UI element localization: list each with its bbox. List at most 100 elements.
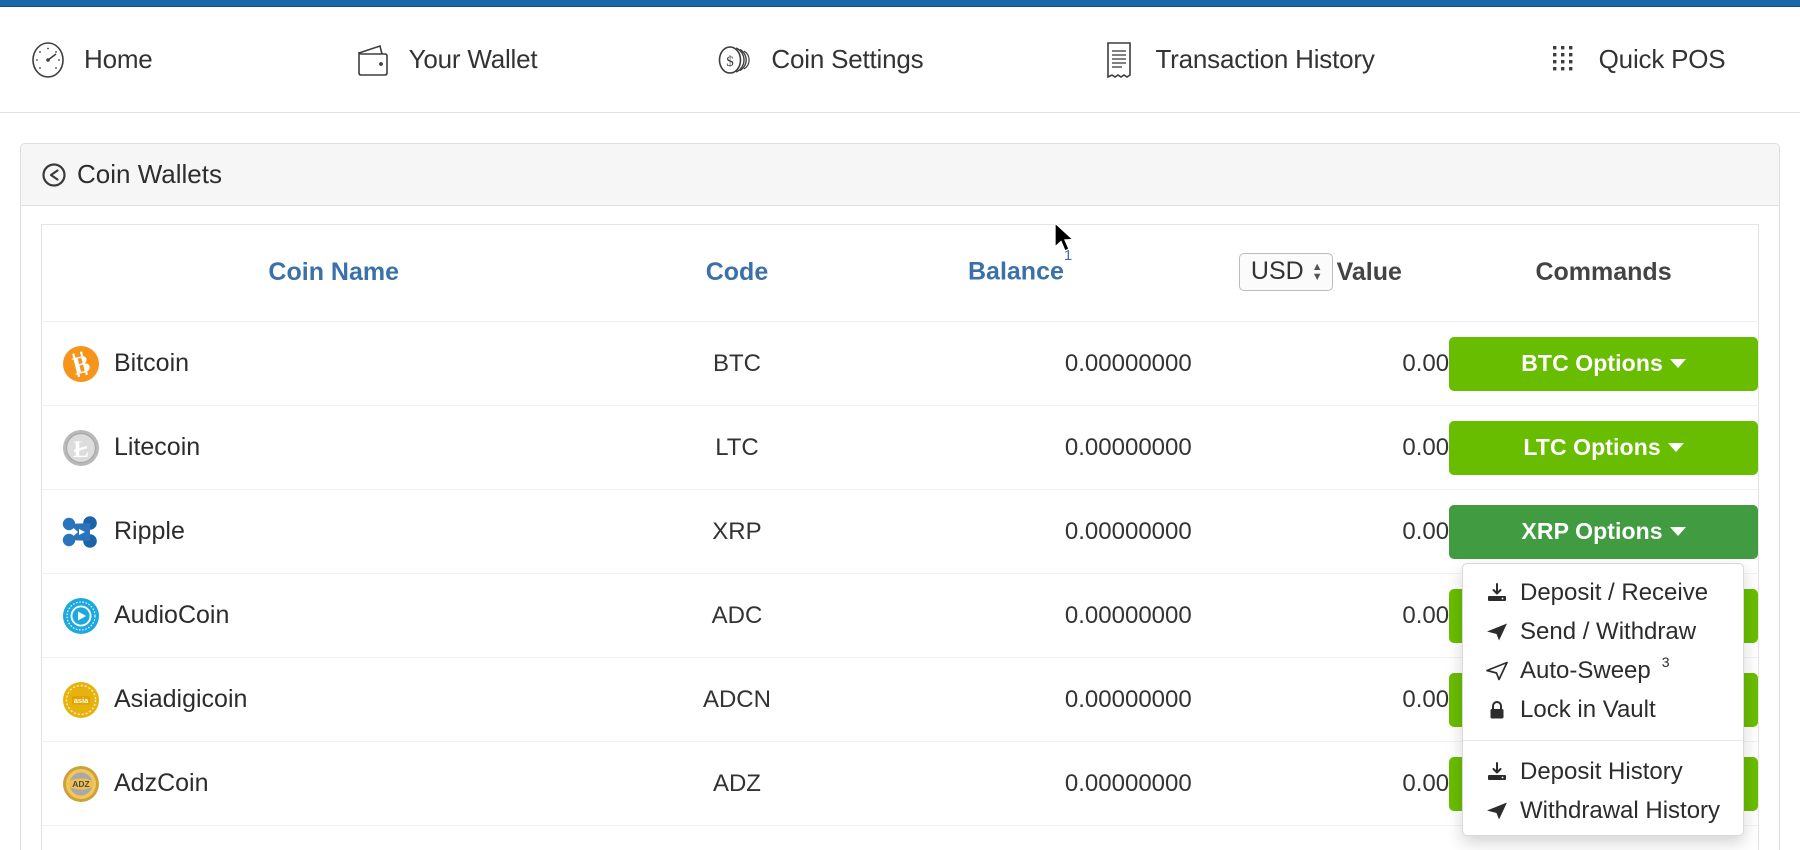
cell-value: 0.00 <box>1191 405 1450 490</box>
adzcoin-coin-icon: ADZ <box>60 763 102 805</box>
cell-balance: 0.00000000 <box>848 741 1192 826</box>
cell-coin-name: B Bitcoin <box>42 321 626 406</box>
svg-text:$: $ <box>727 54 735 70</box>
grid-dots-icon <box>1543 40 1583 80</box>
cell-code: LTC <box>625 405 849 490</box>
deposit-icon <box>1485 762 1509 782</box>
nav-label: Quick POS <box>1598 44 1726 74</box>
cell-coin-name: asia Asiadigicoin <box>42 657 626 742</box>
nav-item-coin-settings[interactable]: $ Coin Settings <box>701 7 937 112</box>
cell-value: 0.00 <box>1191 321 1450 406</box>
xrp-options-dropdown-menu: Deposit / Receive Send / Withdraw Auto-S… <box>1462 563 1744 836</box>
cell-commands: BTC Options <box>1449 321 1758 406</box>
menu-item-send-withdraw[interactable]: Send / Withdraw <box>1463 613 1743 652</box>
menu-item-lock-in-vault[interactable]: Lock in Vault <box>1463 691 1743 730</box>
cell-value: 0.00 <box>1191 657 1450 742</box>
audiocoin-coin-icon <box>60 595 102 637</box>
nav-item-transaction-history[interactable]: Transaction History <box>1085 7 1388 112</box>
coin-name-label: AudioCoin <box>114 601 230 629</box>
top-accent-bar <box>0 0 1800 7</box>
column-header-value: USD ▲ ▼ Value <box>1191 225 1450 322</box>
chevron-updown-icon: ▲ ▼ <box>1311 260 1323 283</box>
cell-code: BTC <box>625 321 849 406</box>
asiadigicoin-coin-icon: asia <box>60 679 102 721</box>
cell-code: ADCN <box>625 657 849 742</box>
page-title: Coin Wallets <box>77 159 222 189</box>
cell-code: ADZ <box>625 741 849 826</box>
panel-header: Coin Wallets <box>21 144 1779 206</box>
deposit-icon <box>1485 583 1509 603</box>
coins-icon: $ <box>715 40 755 80</box>
caret-down-icon <box>1669 358 1686 368</box>
cell-balance: 0.00000000 <box>848 657 1192 742</box>
column-header-commands: Commands <box>1449 225 1758 322</box>
main-navigation: Home Your Wallet $ Coin Settings Transac… <box>0 7 1800 113</box>
ripple-coin-icon <box>60 511 102 553</box>
ltc-options-button[interactable]: LTC Options <box>1449 420 1758 475</box>
menu-item-label: Lock in Vault <box>1520 696 1656 723</box>
cell-balance: 0.00000000 <box>848 573 1192 658</box>
cell-value: 0.00 <box>1191 489 1450 574</box>
nav-label: Home <box>84 44 153 74</box>
nav-label: Your Wallet <box>408 44 538 74</box>
column-header-coin-name[interactable]: Coin Name <box>42 225 626 322</box>
cell-commands: XRP Options <box>1449 489 1758 574</box>
menu-divider <box>1463 740 1743 741</box>
nav-label: Transaction History <box>1155 44 1375 74</box>
currency-select-value: USD <box>1250 257 1304 285</box>
caret-down-icon <box>1667 442 1684 452</box>
svg-text:asia: asia <box>74 696 89 705</box>
coin-name-label: Bitcoin <box>114 349 190 377</box>
nav-item-quick-pos[interactable]: Quick POS <box>1529 7 1740 112</box>
cell-code: XRP <box>625 489 849 574</box>
table-row: Ripple XRP 0.00000000 0.00 XRP Options <box>42 489 1758 574</box>
coin-wallets-panel: Coin Wallets Coin Name Code Balance1 USD… <box>20 143 1780 850</box>
menu-item-deposit-receive[interactable]: Deposit / Receive <box>1463 574 1743 613</box>
cell-code: ADC <box>625 573 849 658</box>
bitcoin-coin-icon: B <box>60 343 102 385</box>
button-label: LTC Options <box>1523 433 1661 460</box>
collapse-circle-icon[interactable] <box>41 162 67 188</box>
wallet-icon <box>353 40 393 80</box>
cell-commands: LTC Options <box>1449 405 1758 490</box>
wallets-table-container: Coin Name Code Balance1 USD ▲ ▼ Value Co… <box>41 224 1759 850</box>
send-outline-icon <box>1485 661 1509 681</box>
cell-coin-name: Ripple <box>42 489 626 574</box>
xrp-options-button[interactable]: XRP Options <box>1449 504 1758 559</box>
button-label: BTC Options <box>1521 349 1663 376</box>
auto-sweep-footnote-marker: 3 <box>1661 653 1670 670</box>
menu-item-deposit-history[interactable]: Deposit History <box>1463 753 1743 792</box>
table-header-row: Coin Name Code Balance1 USD ▲ ▼ Value Co… <box>42 225 1758 322</box>
column-header-balance[interactable]: Balance1 <box>848 225 1192 322</box>
cell-balance: 0.00000000 <box>848 321 1192 406</box>
nav-label: Coin Settings <box>771 44 924 74</box>
nav-item-home[interactable]: Home <box>14 7 167 112</box>
nav-item-your-wallet[interactable]: Your Wallet <box>339 7 552 112</box>
cell-coin-name: AudioCoin <box>42 573 626 658</box>
currency-select[interactable]: USD ▲ ▼ <box>1238 253 1333 291</box>
column-header-code[interactable]: Code <box>625 225 849 322</box>
menu-item-withdrawal-history[interactable]: Withdrawal History <box>1463 792 1743 831</box>
coin-name-label: AdzCoin <box>114 769 209 797</box>
balance-footnote-marker: 1 <box>1063 246 1073 264</box>
table-row: B Bitcoin BTC 0.00000000 0.00 BTC Option… <box>42 321 1758 406</box>
menu-item-label: Send / Withdraw <box>1520 618 1697 645</box>
cell-coin-name: ADZ AdzCoin <box>42 741 626 826</box>
cell-value: 0.00 <box>1191 573 1450 658</box>
receipt-icon <box>1099 40 1139 80</box>
send-filled-icon <box>1485 801 1509 821</box>
coin-name-label: Litecoin <box>114 433 201 461</box>
cell-coin-name: L Litecoin <box>42 405 626 490</box>
caret-down-icon <box>1669 526 1686 536</box>
btc-options-button[interactable]: BTC Options <box>1449 336 1758 391</box>
menu-item-label: Auto-Sweep <box>1520 657 1651 684</box>
litecoin-coin-icon: L <box>60 427 102 469</box>
table-row: L Litecoin LTC 0.00000000 0.00 LTC Optio… <box>42 405 1758 490</box>
send-filled-icon <box>1485 622 1509 642</box>
menu-item-label: Deposit / Receive <box>1520 579 1709 606</box>
menu-item-auto-sweep[interactable]: Auto-Sweep 3 <box>1463 652 1743 691</box>
menu-item-label: Deposit History <box>1520 758 1683 785</box>
menu-item-label: Withdrawal History <box>1520 797 1721 824</box>
coin-name-label: Ripple <box>114 517 185 545</box>
svg-text:ADZ: ADZ <box>72 779 89 789</box>
